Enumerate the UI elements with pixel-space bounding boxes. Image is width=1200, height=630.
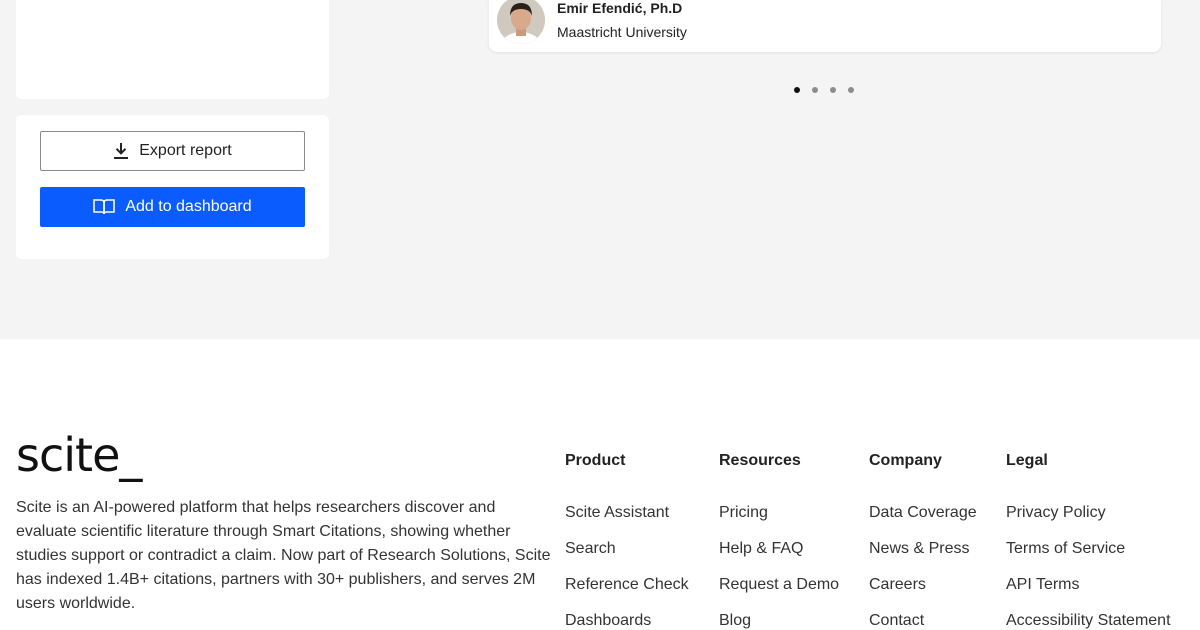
- footer-column-resources: Resources Pricing Help & FAQ Request a D…: [719, 451, 839, 630]
- footer-link-accessibility-statement[interactable]: Accessibility Statement: [1006, 611, 1171, 630]
- avatar: [497, 0, 545, 44]
- footer-link-blog[interactable]: Blog: [719, 611, 839, 630]
- footer-link-search[interactable]: Search: [565, 539, 689, 575]
- footer-link-scite-assistant[interactable]: Scite Assistant: [565, 503, 689, 539]
- carousel-dot[interactable]: [830, 87, 836, 93]
- book-open-icon: [93, 198, 116, 216]
- carousel-pagination: [794, 87, 854, 93]
- export-report-button[interactable]: Export report: [40, 131, 305, 171]
- footer-description: Scite is an AI-powered platform that hel…: [16, 499, 551, 612]
- footer-column-product: Product Scite Assistant Search Reference…: [565, 451, 689, 630]
- footer-link-api-terms[interactable]: API Terms: [1006, 575, 1171, 611]
- export-report-label: Export report: [139, 142, 232, 159]
- download-icon: [113, 142, 129, 160]
- carousel-dot[interactable]: [812, 87, 818, 93]
- footer-column-title: Company: [869, 452, 942, 469]
- footer-column-company: Company Data Coverage News & Press Caree…: [869, 451, 977, 630]
- footer-link-contact[interactable]: Contact: [869, 611, 977, 630]
- footer-link-news-press[interactable]: News & Press: [869, 539, 977, 575]
- footer-link-privacy-policy[interactable]: Privacy Policy: [1006, 503, 1171, 539]
- actions-card: Export report Add to dashboard: [16, 115, 329, 259]
- footer-column-title: Product: [565, 452, 626, 469]
- footer-link-terms-of-service[interactable]: Terms of Service: [1006, 539, 1171, 575]
- testimonial-author-org: Maastricht University: [557, 24, 687, 40]
- scite-logo[interactable]: scite_: [16, 432, 142, 478]
- footer-link-reference-check[interactable]: Reference Check: [565, 575, 689, 611]
- footer-link-pricing[interactable]: Pricing: [719, 503, 839, 539]
- add-to-dashboard-button[interactable]: Add to dashboard: [40, 187, 305, 227]
- carousel-dot[interactable]: [794, 87, 800, 93]
- testimonial-card: Emir Efendić, Ph.D Maastricht University: [489, 0, 1161, 52]
- footer-column-legal: Legal Privacy Policy Terms of Service AP…: [1006, 451, 1171, 630]
- footer-link-request-demo[interactable]: Request a Demo: [719, 575, 839, 611]
- carousel-dot[interactable]: [848, 87, 854, 93]
- footer-column-title: Resources: [719, 452, 801, 469]
- content-area: Export report Add to dashboard Emir Efen…: [0, 0, 1200, 339]
- footer-link-data-coverage[interactable]: Data Coverage: [869, 503, 977, 539]
- footer-link-dashboards[interactable]: Dashboards: [565, 611, 689, 630]
- testimonial-author-name: Emir Efendić, Ph.D: [557, 0, 683, 16]
- add-to-dashboard-label: Add to dashboard: [125, 198, 252, 215]
- sidebar-card: [16, 0, 329, 99]
- footer-column-title: Legal: [1006, 452, 1048, 469]
- footer-link-help-faq[interactable]: Help & FAQ: [719, 539, 839, 575]
- footer-link-careers[interactable]: Careers: [869, 575, 977, 611]
